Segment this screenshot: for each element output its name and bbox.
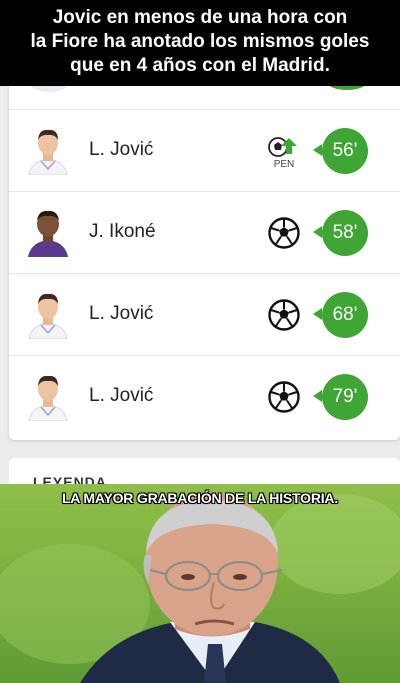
- caption-line-1: Jovic en menos de una hora con: [52, 7, 348, 28]
- meme-caption: Jovic en menos de una hora con la Fiore …: [0, 0, 400, 86]
- man-portrait-image: [0, 492, 400, 683]
- soccer-ball-icon: [268, 381, 300, 413]
- player-name: J. Ikoné: [89, 221, 156, 242]
- player-name: L. Jović: [89, 139, 154, 160]
- player-avatar: [28, 375, 68, 421]
- player-avatar: [28, 293, 68, 339]
- minute-badge: 58': [322, 210, 368, 256]
- event-row[interactable]: L. Jović PEN 56': [9, 109, 400, 191]
- caption-line-3: que en 4 años con el Madrid.: [70, 55, 330, 76]
- player-avatar: [28, 129, 68, 175]
- minute-badge: 68': [322, 292, 368, 338]
- player-avatar: [28, 210, 68, 257]
- soccer-ball-icon: [268, 217, 300, 249]
- minute-pointer: [313, 226, 322, 238]
- caption-line-2: la Fiore ha anotado los mismos goles: [30, 31, 370, 52]
- meme-text: LA MAYOR GRABACIÓN DE LA HISTORIA.: [61, 490, 339, 506]
- penalty-goal-icon: PEN: [268, 137, 297, 168]
- event-row[interactable]: J. Ikoné 58': [9, 191, 400, 273]
- player-name: L. Jović: [89, 385, 154, 406]
- event-row[interactable]: L. Jović 79': [9, 355, 400, 437]
- event-row[interactable]: L. Jović 68': [9, 273, 400, 355]
- minute-badge: 79': [322, 374, 368, 420]
- minute-pointer: [313, 144, 322, 156]
- penalty-label: PEN: [274, 159, 295, 168]
- soccer-ball-icon: [268, 299, 300, 331]
- minute-pointer: [313, 390, 322, 402]
- minute-badge: 56': [322, 128, 368, 174]
- minute-pointer: [313, 308, 322, 320]
- meme-photo: LA MAYOR GRABACIÓN DE LA HISTORIA.: [0, 484, 400, 683]
- player-name: L. Jović: [89, 303, 154, 324]
